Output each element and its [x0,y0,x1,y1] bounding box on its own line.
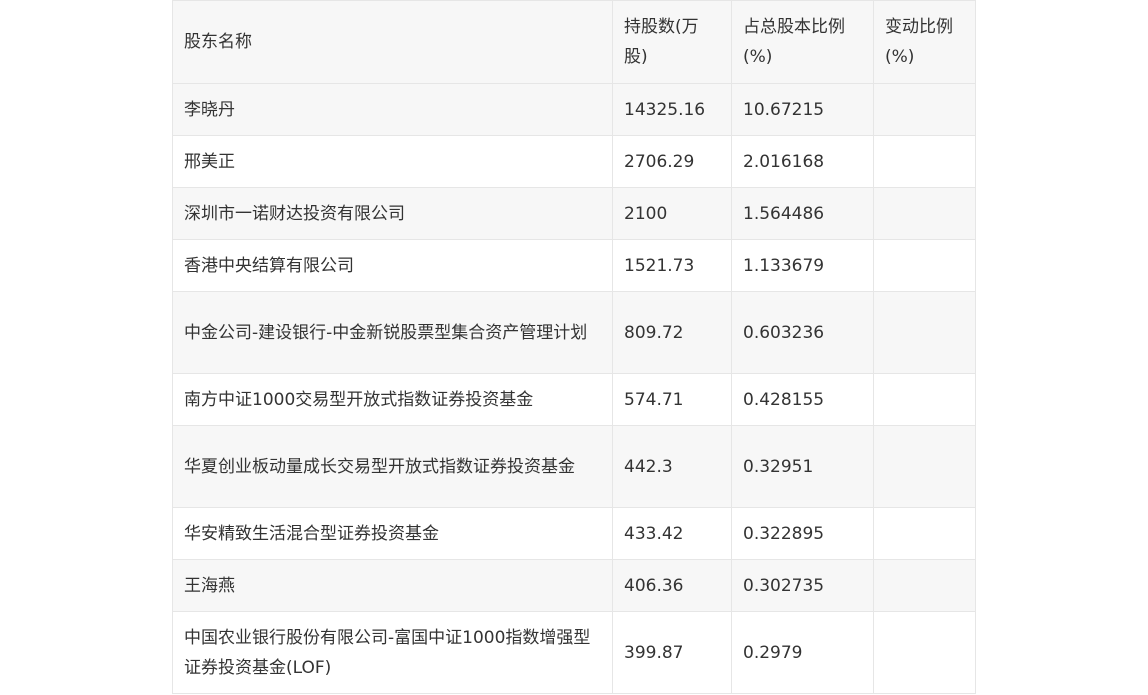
cell-shares: 2706.29 [612,135,732,188]
cell-change [873,291,976,374]
cell-change [873,559,976,612]
header-shares: 持股数(万股) [612,0,732,84]
cell-shares: 1521.73 [612,239,732,292]
cell-ratio: 0.603236 [731,291,874,374]
cell-shares: 574.71 [612,373,732,426]
shareholder-table-container: 股东名称 持股数(万股) 占总股本比例(%) 变动比例(%) 李晓丹 14325… [172,0,976,694]
cell-change [873,83,976,136]
table-row: 中国农业银行股份有限公司-富国中证1000指数增强型证券投资基金(LOF) 39… [172,611,976,694]
cell-ratio: 2.016168 [731,135,874,188]
cell-shares: 399.87 [612,611,732,694]
cell-ratio: 0.322895 [731,507,874,560]
cell-name: 深圳市一诺财达投资有限公司 [172,187,613,240]
cell-ratio: 1.133679 [731,239,874,292]
cell-shares: 433.42 [612,507,732,560]
cell-ratio: 10.67215 [731,83,874,136]
cell-shares: 442.3 [612,425,732,508]
header-change: 变动比例(%) [873,0,976,84]
cell-change [873,239,976,292]
cell-shares: 14325.16 [612,83,732,136]
cell-ratio: 0.428155 [731,373,874,426]
cell-ratio: 0.302735 [731,559,874,612]
table-row: 香港中央结算有限公司 1521.73 1.133679 [172,239,976,292]
cell-change [873,373,976,426]
cell-name: 香港中央结算有限公司 [172,239,613,292]
header-shareholder-name: 股东名称 [172,0,613,84]
cell-name: 华安精致生活混合型证券投资基金 [172,507,613,560]
cell-shares: 406.36 [612,559,732,612]
header-ratio: 占总股本比例(%) [731,0,874,84]
table-row: 李晓丹 14325.16 10.67215 [172,83,976,136]
table-row: 中金公司-建设银行-中金新锐股票型集合资产管理计划 809.72 0.60323… [172,291,976,374]
table-row: 华安精致生活混合型证券投资基金 433.42 0.322895 [172,507,976,560]
cell-shares: 809.72 [612,291,732,374]
cell-shares: 2100 [612,187,732,240]
cell-ratio: 1.564486 [731,187,874,240]
cell-ratio: 0.2979 [731,611,874,694]
cell-ratio: 0.32951 [731,425,874,508]
cell-change [873,135,976,188]
table-header: 股东名称 持股数(万股) 占总股本比例(%) 变动比例(%) [172,0,976,84]
cell-change [873,425,976,508]
table-row: 邢美正 2706.29 2.016168 [172,135,976,188]
table-row: 南方中证1000交易型开放式指数证券投资基金 574.71 0.428155 [172,373,976,426]
header-row: 股东名称 持股数(万股) 占总股本比例(%) 变动比例(%) [172,0,976,84]
cell-name: 邢美正 [172,135,613,188]
table-row: 王海燕 406.36 0.302735 [172,559,976,612]
shareholder-table: 股东名称 持股数(万股) 占总股本比例(%) 变动比例(%) 李晓丹 14325… [172,0,976,694]
cell-name: 华夏创业板动量成长交易型开放式指数证券投资基金 [172,425,613,508]
cell-change [873,187,976,240]
table-row: 华夏创业板动量成长交易型开放式指数证券投资基金 442.3 0.32951 [172,425,976,508]
cell-change [873,507,976,560]
table-body: 李晓丹 14325.16 10.67215 邢美正 2706.29 2.0161… [172,83,976,694]
table-row: 深圳市一诺财达投资有限公司 2100 1.564486 [172,187,976,240]
cell-name: 中国农业银行股份有限公司-富国中证1000指数增强型证券投资基金(LOF) [172,611,613,694]
cell-name: 南方中证1000交易型开放式指数证券投资基金 [172,373,613,426]
cell-name: 中金公司-建设银行-中金新锐股票型集合资产管理计划 [172,291,613,374]
cell-name: 王海燕 [172,559,613,612]
cell-name: 李晓丹 [172,83,613,136]
cell-change [873,611,976,694]
